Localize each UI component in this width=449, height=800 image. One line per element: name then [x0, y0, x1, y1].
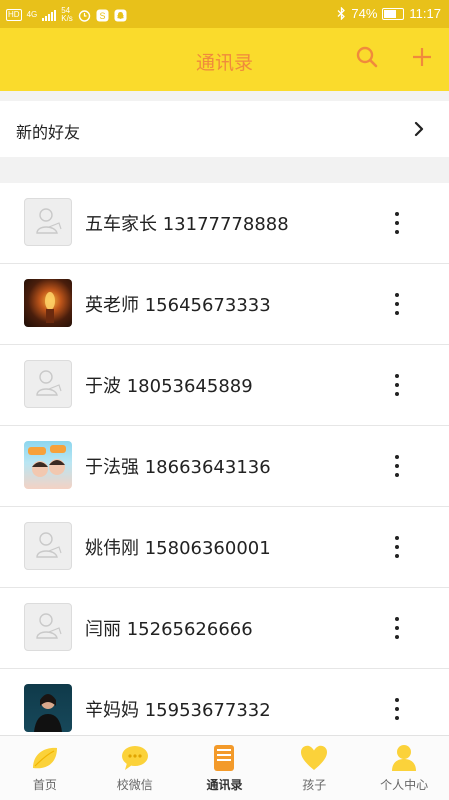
- heart-icon: [301, 745, 328, 770]
- battery-percent: 74%: [351, 6, 378, 21]
- nav-contacts[interactable]: 通讯录: [180, 736, 270, 800]
- nav-contacts-label: 通讯录: [206, 778, 243, 792]
- bluetooth-icon: [337, 7, 346, 20]
- more-options-icon[interactable]: [386, 372, 408, 398]
- search-icon[interactable]: [352, 42, 382, 72]
- contact-row[interactable]: 于波 18053645889: [0, 345, 449, 426]
- contact-row[interactable]: 英老师 15645673333: [0, 264, 449, 345]
- app-notification-icon: S: [96, 9, 109, 21]
- nav-profile[interactable]: 个人中心: [359, 736, 449, 800]
- nav-children-label: 孩子: [302, 778, 327, 792]
- person-icon: [392, 745, 417, 771]
- add-icon[interactable]: [407, 42, 437, 72]
- battery-icon: [382, 7, 405, 20]
- clock: 11:17: [409, 6, 441, 21]
- nav-school-wechat[interactable]: 校微信: [90, 736, 180, 800]
- network-type: 4G: [26, 10, 38, 19]
- more-options-icon[interactable]: [386, 291, 408, 317]
- app-header: 通讯录: [0, 28, 449, 91]
- kids-photo-avatar: [24, 441, 72, 489]
- contact-row[interactable]: 辛妈妈 15953677332: [0, 669, 449, 735]
- leaf-icon: [32, 747, 57, 769]
- contacts-book-icon: [214, 745, 235, 771]
- more-options-icon[interactable]: [386, 534, 408, 560]
- nav-home-label: 首页: [32, 778, 57, 792]
- contact-row[interactable]: 于法强 18663643136: [0, 426, 449, 507]
- nav-profile-label: 个人中心: [380, 778, 429, 792]
- more-options-icon[interactable]: [386, 615, 408, 641]
- contact-label: 于波 18053645889: [85, 376, 253, 397]
- contact-row[interactable]: 闫丽 15265626666: [0, 588, 449, 669]
- speed-unit: K/s: [61, 14, 73, 23]
- contact-row[interactable]: 五车家长 13177778888: [0, 183, 449, 264]
- hd-badge: HD: [6, 9, 22, 21]
- svg-text:S: S: [99, 11, 105, 21]
- woman-photo-avatar: [24, 684, 72, 732]
- status-left: HD 4G 54 K/s S: [6, 7, 127, 23]
- signal-icon: [42, 9, 57, 21]
- contact-label: 姚伟刚 15806360001: [85, 538, 271, 559]
- chevron-right-icon: [414, 121, 424, 137]
- default-avatar-icon: [24, 603, 72, 651]
- contact-label: 英老师 15645673333: [85, 295, 271, 316]
- default-avatar-icon: [24, 360, 72, 408]
- chat-bubble-icon: [121, 746, 148, 770]
- default-avatar-icon: [24, 522, 72, 570]
- contact-list: 五车家长 13177778888 英老师 15645673333 于波 1805…: [0, 183, 449, 735]
- nav-school-wechat-label: 校微信: [116, 778, 153, 792]
- candle-photo-avatar: [24, 279, 72, 327]
- contact-label: 于法强 18663643136: [85, 457, 271, 478]
- status-right: 74% 11:17: [337, 6, 441, 21]
- contact-label: 五车家长 13177778888: [85, 214, 289, 235]
- bottom-nav: 首页 校微信 通讯录 孩子 个人中心: [0, 735, 449, 800]
- nav-children[interactable]: 孩子: [269, 736, 359, 800]
- more-options-icon[interactable]: [386, 696, 408, 722]
- more-options-icon[interactable]: [386, 453, 408, 479]
- default-avatar-icon: [24, 198, 72, 246]
- contact-label: 闫丽 15265626666: [85, 619, 253, 640]
- contact-row[interactable]: 姚伟刚 15806360001: [0, 507, 449, 588]
- alarm-icon: [78, 9, 90, 22]
- new-friends-label: 新的好友: [16, 123, 81, 142]
- new-friends-row[interactable]: 新的好友: [0, 101, 449, 157]
- more-options-icon[interactable]: [386, 210, 408, 236]
- network-speed: 54 K/s: [61, 7, 73, 23]
- status-bar: HD 4G 54 K/s S 74% 11:17: [0, 0, 449, 28]
- contact-label: 辛妈妈 15953677332: [85, 700, 271, 721]
- nav-home[interactable]: 首页: [0, 736, 90, 800]
- snapchat-icon: [114, 9, 127, 21]
